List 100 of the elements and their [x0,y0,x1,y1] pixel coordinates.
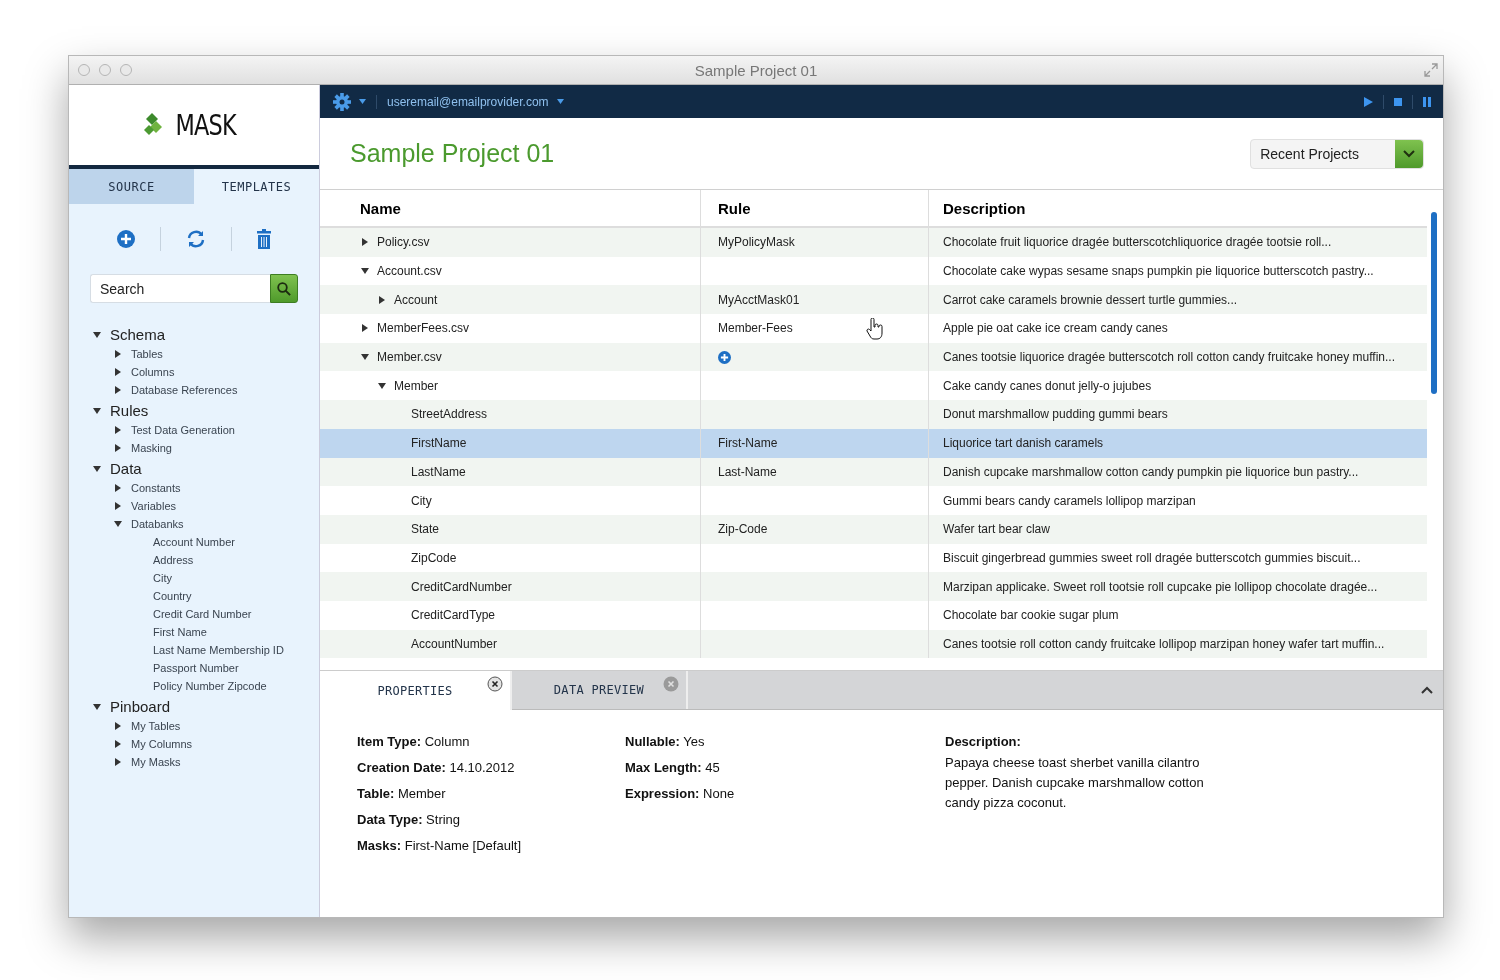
tree-item[interactable]: Variables [131,500,177,512]
table-row[interactable]: CreditCardType Chocolate bar cookie sugar plum [320,600,1427,630]
settings-icon[interactable] [333,92,351,111]
description-text: Papaya cheese toast sherbet vanilla cilantro pepper. Danish cupcake marshmallow cotton candy pizza coconut. [945,754,1205,812]
table-row[interactable]: CreditCardNumber Marzipan applicake. Sweet roll tootsie roll cupcake pie lollipop chocolate dragée... [320,572,1427,601]
table-cell: StreetAddress [411,407,488,422]
tree-item[interactable]: Data [110,460,142,477]
user-email-menu[interactable]: useremail@emailprovider.com [387,94,549,109]
expanded-arrow-icon[interactable] [378,381,386,390]
collapsed-arrow-icon[interactable] [361,324,369,333]
expanded-arrow-icon[interactable] [93,330,101,339]
table-row[interactable]: AccountNumber Canes tootsie roll cotton candy fruitcake lollipop marzipan honey wafer tart muffin... [320,629,1427,659]
table-cell: Wafer tart bear claw [943,522,1050,537]
table-row[interactable]: FirstName First-Name Liquorice tart danish caramels [320,428,1427,458]
property-text: Item Type: Column [357,734,471,749]
table-row[interactable]: StreetAddress Donut marshmallow pudding gummi bears [320,400,1427,429]
tree-item[interactable]: Columns [131,366,175,378]
table-row[interactable]: LastName Last-Name Danish cupcake marshmallow cotton candy pumpkin pie liquorice bun pastry... [320,457,1427,487]
table-row[interactable]: Account MyAcctMask01 Carrot cake caramels brownie dessert turtle gummies... [320,285,1427,315]
recent-projects-dropdown[interactable]: Recent Projects [1250,138,1424,169]
collapsed-arrow-icon[interactable] [114,740,122,748]
collapsed-arrow-icon[interactable] [114,722,122,730]
tree-item[interactable]: Passport Number [153,662,239,674]
tree-item[interactable]: Test Data Generation [131,424,235,436]
expanded-arrow-icon[interactable] [93,406,101,415]
play-icon[interactable] [1364,96,1373,107]
expanded-arrow-icon[interactable] [114,520,122,528]
table-cell: MemberFees.csv [377,321,470,336]
refresh-icon[interactable] [186,230,206,248]
search-field[interactable]: Search [90,274,270,303]
column-header[interactable]: Name [320,190,701,226]
tree-item[interactable]: Credit Card Number [153,608,252,620]
search-icon [277,281,291,296]
table-cell: First-Name [718,436,778,451]
tree-item[interactable]: Rules [110,402,149,419]
caret-icon[interactable] [359,99,366,104]
close-tab-icon[interactable] [487,676,503,692]
caret-icon[interactable] [556,99,564,104]
tree-item[interactable]: Policy Number Zipcode [153,680,267,692]
pause-icon[interactable] [1423,96,1431,107]
table-cell: Danish cupcake marshmallow cotton candy pumpkin pie liquorice bun pastry... [943,464,1359,479]
tree-item[interactable]: Tables [131,348,163,360]
collapsed-arrow-icon[interactable] [114,484,122,492]
tree-item[interactable]: Databanks [131,518,184,530]
tree-item[interactable]: First Name [153,626,207,638]
table-row[interactable]: Member.csv Canes tootsie liquorice dragée butterscotch roll cotton candy fruitcake honey muffin... [320,342,1427,372]
table-cell: State [411,522,440,537]
panel-tab[interactable]: PROPERTIES [320,671,512,710]
table-cell: Account [394,292,438,307]
tree-item[interactable]: Last Name Membership ID [153,644,284,656]
table-row[interactable]: City Gummi bears candy caramels lollipop marzipan [320,486,1427,515]
property-text: Creation Date: 14.10.2012 [357,760,516,775]
collapsed-arrow-icon[interactable] [114,426,122,434]
hand-cursor-icon [866,318,884,340]
panel-tab[interactable]: DATA PREVIEW [512,671,688,709]
tree-item[interactable]: Country [153,590,192,602]
trash-icon[interactable] [257,229,271,249]
column-header[interactable]: Rule [701,190,929,226]
logo-text: MASK [175,108,237,142]
expanded-arrow-icon[interactable] [93,464,101,473]
collapsed-arrow-icon[interactable] [114,368,122,376]
collapse-icon[interactable] [1421,686,1433,694]
stop-icon[interactable] [1394,97,1402,106]
collapsed-arrow-icon[interactable] [361,238,369,247]
table-row[interactable]: State Zip-Code Wafer tart bear claw [320,514,1427,544]
tree-item[interactable]: Constants [131,482,181,494]
expanded-arrow-icon[interactable] [361,267,369,276]
table-cell: Member [394,378,438,393]
tree-item[interactable]: City [153,572,172,584]
property-text: Max Length: 45 [625,760,721,775]
tree-item[interactable]: Account Number [153,536,235,548]
tree-item[interactable]: Address [153,554,194,566]
expanded-arrow-icon[interactable] [361,353,369,362]
collapsed-arrow-icon[interactable] [114,758,122,766]
tree-item[interactable]: Database References [131,384,238,396]
add-icon[interactable] [117,230,135,248]
table-cell: City [411,493,432,508]
tree-item[interactable]: Pinboard [110,698,171,715]
expanded-arrow-icon[interactable] [93,702,101,711]
add-rule-icon[interactable] [718,350,731,364]
tree-item[interactable]: My Masks [131,756,181,768]
table-cell: Canes tootsie roll cotton candy fruitcake lollipop marzipan honey wafer tart muffin... [943,636,1385,651]
sidebar-tab[interactable]: TEMPLATES [194,169,319,204]
table-cell: Marzipan applicake. Sweet roll tootsie roll cupcake pie lollipop chocolate dragée... [943,579,1378,594]
table-cell: Zip-Code [718,522,768,537]
table-row[interactable]: Policy.csv MyPolicyMask Chocolate fruit liquorice dragée butterscotchliquorice dragée tootsie roll... [320,228,1427,257]
collapsed-arrow-icon[interactable] [114,502,122,510]
tree-item[interactable]: My Tables [131,720,181,732]
tree-item[interactable]: Schema [110,326,166,343]
tree-item[interactable]: My Columns [131,738,193,750]
column-header[interactable]: Description [929,190,1427,226]
table-cell: LastName [411,464,466,479]
collapsed-arrow-icon[interactable] [114,386,122,394]
table-cell: Biscuit gingerbread gummies sweet roll dragée butterscotch gummies biscuit... [943,550,1361,565]
collapsed-arrow-icon[interactable] [114,444,122,452]
collapsed-arrow-icon[interactable] [114,350,122,358]
search-button[interactable] [270,274,298,303]
tree-item[interactable]: Masking [131,442,172,454]
sidebar-tab[interactable]: SOURCE [69,169,194,204]
collapsed-arrow-icon[interactable] [378,295,386,304]
